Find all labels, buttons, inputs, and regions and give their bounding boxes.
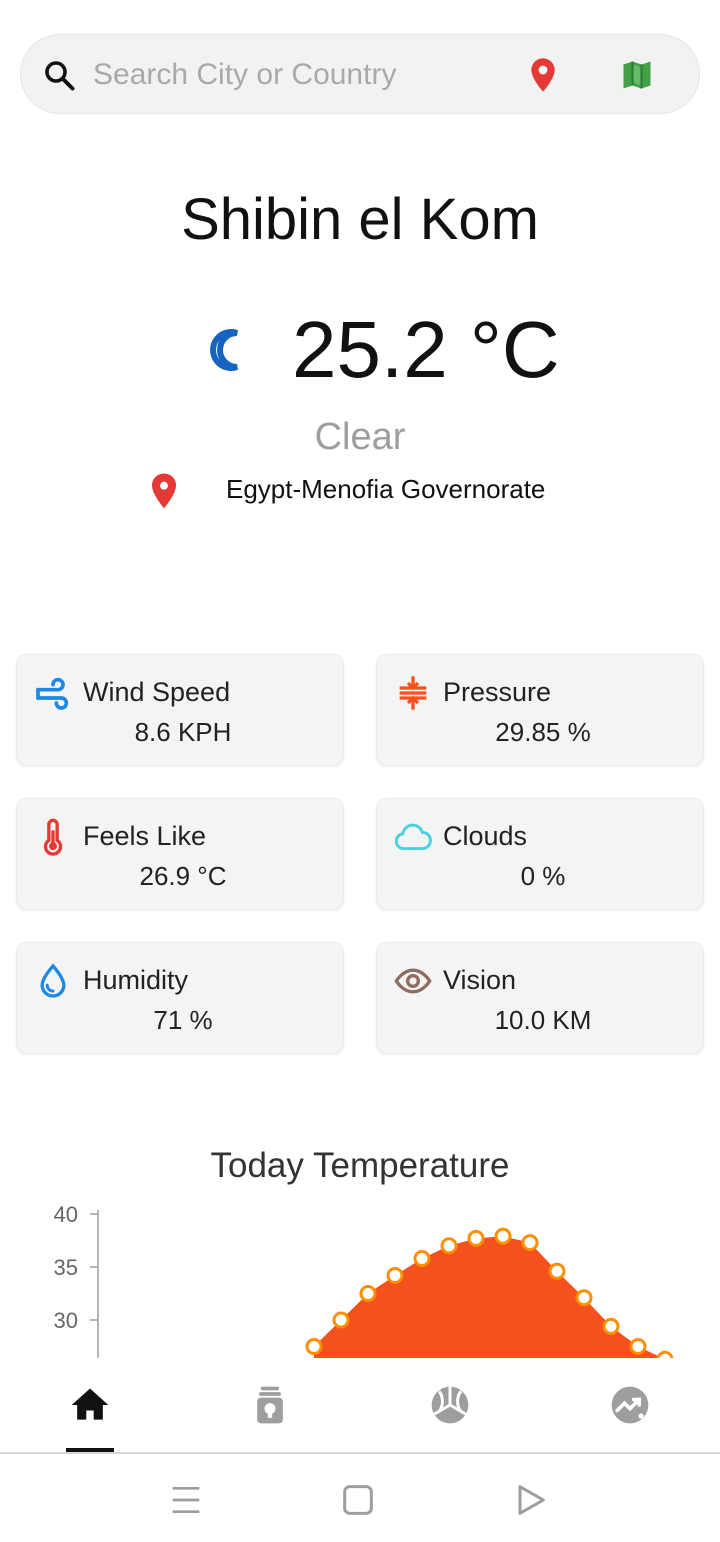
temperature-chart: 30 35 40 — [0, 1190, 720, 1358]
bottom-navigation — [0, 1358, 720, 1452]
data-point[interactable] — [494, 1227, 512, 1245]
data-point[interactable] — [521, 1234, 539, 1252]
card-label: Wind Speed — [83, 677, 231, 707]
cloud-icon — [394, 823, 432, 851]
nav-sports[interactable] — [360, 1358, 540, 1452]
current-temperature: 25.2 °C — [292, 305, 560, 394]
y-tick-label: 40 — [54, 1202, 78, 1227]
city-name: Shibin el Kom — [181, 187, 539, 252]
data-point[interactable] — [629, 1338, 647, 1355]
card-value: 10.0 KM — [494, 1005, 592, 1035]
current-location-pin-icon[interactable] — [523, 55, 563, 95]
feels-like-card: Feels Like 26.9 °C — [16, 798, 344, 910]
card-value: 29.85 % — [495, 717, 591, 747]
nav-tips[interactable] — [180, 1358, 360, 1452]
thermometer-icon — [43, 818, 63, 856]
card-value: 0 % — [520, 861, 566, 891]
water-drop-icon — [40, 963, 66, 998]
chart-title: Today Temperature — [210, 1146, 510, 1185]
card-value: 26.9 °C — [139, 861, 227, 891]
weather-condition: Clear — [314, 416, 406, 458]
data-point[interactable] — [467, 1229, 485, 1247]
data-point[interactable] — [548, 1262, 566, 1280]
data-point[interactable] — [575, 1289, 593, 1307]
data-point[interactable] — [413, 1250, 431, 1268]
card-label: Clouds — [443, 821, 528, 851]
nav-trends[interactable] — [540, 1358, 720, 1452]
data-point[interactable] — [602, 1317, 620, 1335]
trending-icon — [611, 1386, 649, 1424]
pressure-icon — [399, 676, 427, 710]
wind-speed-card: Wind Speed 8.6 KPH — [16, 654, 344, 766]
wind-icon — [36, 677, 69, 710]
moon-icon — [210, 329, 238, 371]
nav-home[interactable] — [0, 1358, 180, 1452]
card-label: Vision — [443, 965, 517, 995]
card-label: Feels Like — [83, 821, 207, 851]
search-input[interactable] — [93, 53, 503, 97]
map-icon[interactable] — [617, 57, 657, 93]
data-point[interactable] — [386, 1266, 404, 1284]
system-navigation-bar — [0, 1454, 720, 1542]
y-tick-label: 35 — [54, 1255, 78, 1280]
clouds-card: Clouds 0 % — [376, 798, 704, 910]
y-tick-label: 30 — [54, 1308, 78, 1333]
data-point[interactable] — [305, 1338, 323, 1355]
temperature-chart-svg: 30 35 40 — [54, 1202, 674, 1358]
eye-icon — [394, 968, 432, 994]
ball-icon — [431, 1386, 469, 1424]
search-bar — [20, 34, 700, 114]
card-value: 71 % — [153, 1005, 213, 1035]
recent-apps-icon[interactable] — [166, 1480, 206, 1520]
location-pin-icon — [152, 473, 176, 509]
data-point[interactable] — [332, 1311, 350, 1329]
home-icon — [71, 1388, 109, 1420]
humidity-card: Humidity 71 % — [16, 942, 344, 1054]
data-point[interactable] — [440, 1237, 458, 1255]
back-icon[interactable] — [510, 1480, 550, 1520]
card-label: Pressure — [443, 677, 552, 707]
card-label: Humidity — [83, 965, 189, 995]
search-icon[interactable] — [41, 57, 77, 93]
location-text: Egypt-Menofia Governorate — [226, 474, 546, 504]
vision-card: Vision 10.0 KM — [376, 942, 704, 1054]
pressure-card: Pressure 29.85 % — [376, 654, 704, 766]
home-button-icon[interactable] — [338, 1480, 378, 1520]
data-point[interactable] — [359, 1285, 377, 1302]
card-value: 8.6 KPH — [134, 717, 232, 747]
lightbulb-icon — [257, 1386, 283, 1424]
